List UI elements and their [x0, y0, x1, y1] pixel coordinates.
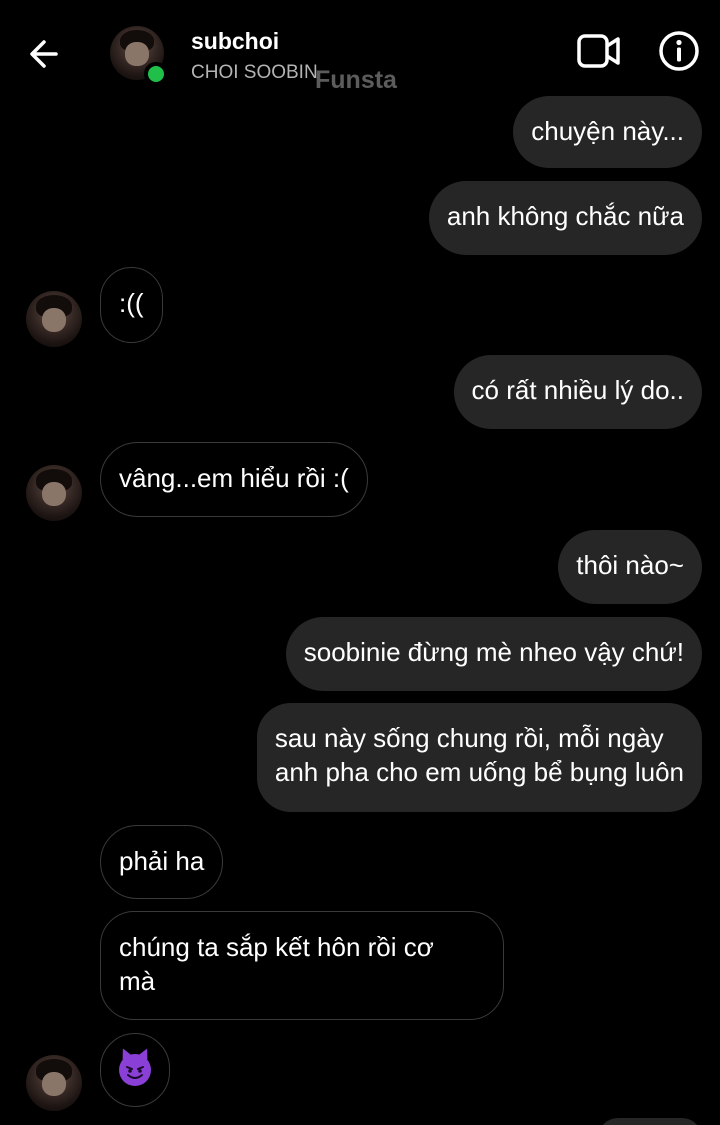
message-line: mà	[119, 966, 156, 996]
sender-avatar[interactable]	[26, 291, 82, 347]
message-bubble-sent[interactable]: thôi nào~	[558, 530, 702, 604]
back-arrow-icon[interactable]	[24, 34, 64, 74]
sender-avatar[interactable]	[26, 465, 82, 521]
contact-avatar[interactable]	[110, 26, 168, 86]
avatar	[26, 1055, 82, 1111]
message-bubble-received[interactable]: vâng...em hiểu rồi :(	[100, 442, 368, 517]
message-bubble-received[interactable]: chúng ta sắp kết hôn rồi cơ mà	[100, 911, 504, 1020]
avatar	[26, 291, 82, 347]
watermark-text: Funsta	[315, 66, 397, 94]
message-line: anh pha cho em uống bể bụng luôn	[274, 757, 684, 787]
message-bubble-sent[interactable]: soobinie đừng mè nheo vậy chứ!	[285, 617, 702, 691]
info-icon[interactable]	[658, 30, 700, 72]
message-bubble-received[interactable]: :((	[100, 267, 163, 343]
video-call-icon[interactable]	[576, 32, 622, 70]
contact-username[interactable]: subchoi	[191, 28, 279, 55]
message-bubble-received[interactable]: phải ha	[100, 825, 224, 899]
message-line: sau này sống chung rồi, mỗi ngày	[274, 723, 664, 753]
chat-header: subchoi CHOI SOOBIN Funsta	[0, 0, 720, 100]
message-bubble-sent[interactable]: anh không chắc nữa	[428, 181, 702, 255]
message-line: chúng ta sắp kết hôn rồi cơ	[119, 932, 434, 962]
avatar	[26, 465, 82, 521]
message-bubble-sent[interactable]: sau này sống chung rồi, mỗi ngày anh pha…	[256, 703, 702, 812]
sender-avatar[interactable]	[26, 1055, 82, 1111]
contact-full-name: CHOI SOOBIN	[191, 62, 318, 83]
smiling-face-with-horns-icon	[119, 1054, 151, 1086]
online-status-icon	[144, 62, 168, 86]
message-bubble-sent[interactable]: có rất nhiều lý do..	[453, 355, 702, 429]
message-bubble-sent-partial[interactable]	[598, 1118, 702, 1125]
message-bubble-sent[interactable]: chuyện này...	[513, 96, 702, 168]
message-bubble-received[interactable]	[100, 1033, 170, 1107]
dm-chat-screen: subchoi CHOI SOOBIN Funsta chuyện này...…	[0, 0, 720, 1125]
